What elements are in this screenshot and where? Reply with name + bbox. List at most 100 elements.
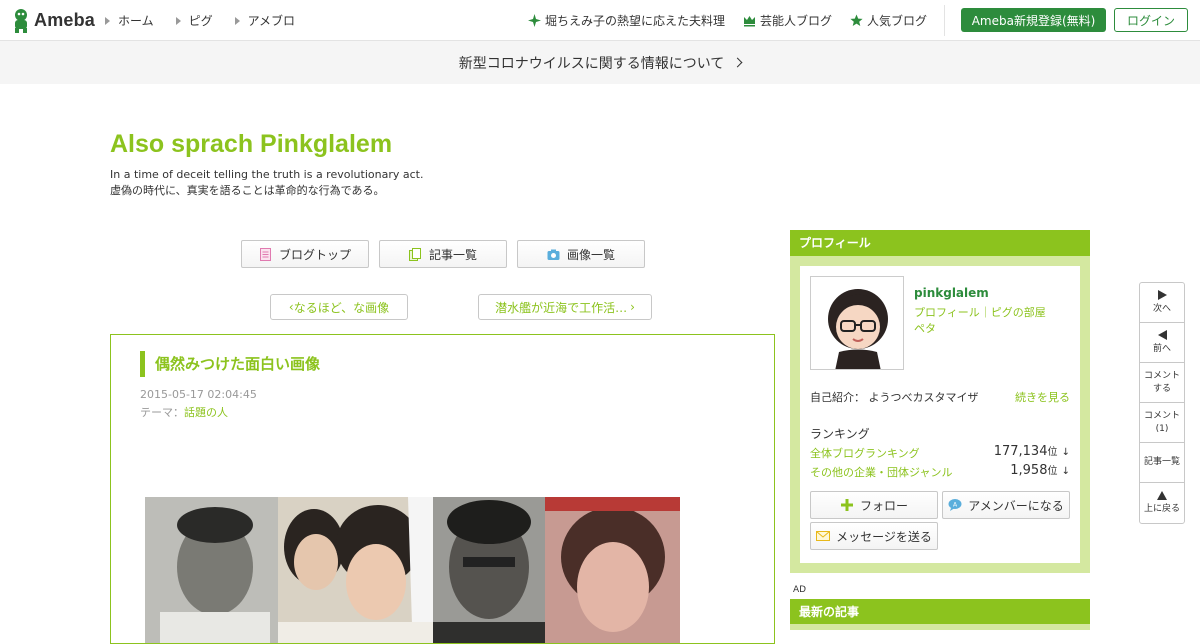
login-button[interactable]: ログイン <box>1114 8 1188 32</box>
rank-down-icon: ↓ <box>1061 466 1070 477</box>
document-icon <box>259 247 271 261</box>
blog-title[interactable]: Also sprach Pinkglalem <box>110 130 392 159</box>
float-comment-count: (1) <box>1155 423 1169 434</box>
celebrity-blog-link[interactable]: 芸能人ブログ <box>743 12 832 29</box>
blog-top-label: ブログトップ <box>278 247 351 262</box>
prev-entry-label: なるほど、な画像 <box>293 300 390 315</box>
follow-button[interactable]: フォロー <box>810 491 938 519</box>
float-comment-label-2: する <box>1152 383 1171 394</box>
popular-blog-link[interactable]: 人気ブログ <box>850 12 927 29</box>
popular-blog-label: 人気ブログ <box>867 14 928 28</box>
rank-down-icon: ↓ <box>1061 447 1070 458</box>
amember-button[interactable]: A アメンバーになる <box>942 491 1070 519</box>
article-photo-3 <box>433 497 545 643</box>
avatar[interactable] <box>810 276 904 370</box>
overall-ranking-number: 177,134 <box>993 444 1048 459</box>
ranking-title: ランキング <box>810 427 870 441</box>
float-entries-button[interactable]: 記事一覧 <box>1140 443 1184 483</box>
genre-ranking-link[interactable]: その他の企業・団体ジャンル <box>810 466 952 479</box>
article-date: 2015-05-17 02:04:45 <box>140 388 257 401</box>
float-comment-label-1: コメント <box>1143 370 1180 381</box>
blog-description: In a time of deceit telling the truth is… <box>110 167 423 199</box>
ameba-logo-icon <box>15 9 27 33</box>
article-title[interactable]: 偶然みつけた面白い画像 <box>140 351 320 377</box>
profile-inner: pinkglalem プロフィール｜ピグの部屋 ペタ 自己紹介： ようつべカスタ… <box>800 266 1080 563</box>
ameba-logo-text: Ameba <box>34 10 96 30</box>
chevron-right-icon <box>732 57 743 68</box>
crown-icon <box>744 16 755 27</box>
camera-icon <box>547 249 560 260</box>
envelope-icon <box>816 531 831 541</box>
article-theme-link[interactable]: 話題の人 <box>184 406 228 419</box>
float-prev-button[interactable]: 前へ <box>1140 323 1184 363</box>
celebrity-blog-label: 芸能人ブログ <box>760 14 833 28</box>
nav-ameblo[interactable]: アメブロ <box>234 12 296 29</box>
register-button[interactable]: Ameba新規登録(無料) <box>961 8 1106 32</box>
profile-name[interactable]: pinkglalem <box>914 286 989 300</box>
article: 偶然みつけた面白い画像 2015-05-17 02:04:45 テーマ：話題の人 <box>110 334 775 644</box>
overall-ranking-value: 177,134位 ↓ <box>994 443 1070 459</box>
chat-bubble-icon: A <box>948 499 962 511</box>
float-comment-count-label: コメント <box>1143 410 1180 421</box>
genre-ranking-unit: 位 <box>1047 466 1058 477</box>
floating-nav: 次へ 前へ コメント する コメント (1) 記事一覧 上に戻る <box>1139 282 1185 524</box>
float-comment-count-button[interactable]: コメント (1) <box>1140 403 1184 443</box>
send-message-label: メッセージを送る <box>836 529 932 544</box>
blog-top-button[interactable]: ブログトップ <box>241 240 369 268</box>
image-list-button[interactable]: 画像一覧 <box>517 240 645 268</box>
caret-right-icon <box>105 16 110 25</box>
profile-links: プロフィール｜ピグの部屋 ペタ <box>914 305 1046 337</box>
nav-pigg[interactable]: ピグ <box>175 12 213 29</box>
float-next-label: 次へ <box>1152 303 1171 314</box>
caret-right-icon <box>234 16 240 25</box>
send-message-button[interactable]: メッセージを送る <box>810 522 938 550</box>
arrow-up-icon <box>1157 490 1167 500</box>
covid-notice-banner[interactable]: 新型コロナウイルスに関する情報について <box>0 41 1200 84</box>
peta-link[interactable]: ペタ <box>914 322 936 335</box>
play-right-icon <box>1157 289 1167 300</box>
amember-label: アメンバーになる <box>968 498 1064 513</box>
next-entry-label: 潜水艦が近海で工作活… <box>495 300 628 315</box>
profile-pigg-link[interactable]: プロフィール｜ピグの部屋 <box>914 306 1046 319</box>
profile-box: pinkglalem プロフィール｜ピグの部屋 ペタ 自己紹介： ようつべカスタ… <box>790 256 1090 573</box>
nav-ameblo-label: アメブロ <box>247 14 296 28</box>
float-comment-button[interactable]: コメント する <box>1140 363 1184 403</box>
prev-entry-button[interactable]: ‹ なるほど、な画像 <box>270 294 408 320</box>
next-entry-button[interactable]: 潜水艦が近海で工作活… › <box>478 294 652 320</box>
star-icon <box>850 14 863 26</box>
follow-label: フォロー <box>859 498 908 513</box>
featured-link[interactable]: 堀ちえみ子の熱望に応えた夫料理 <box>528 12 725 29</box>
header-divider <box>944 5 945 36</box>
global-header: Ameba ホーム ピグ アメブロ 堀ちえみ子の熱望に応えた夫料理 芸能人ブログ… <box>0 0 1200 41</box>
article-photo-4 <box>545 497 680 643</box>
genre-ranking-number: 1,958 <box>1010 463 1048 478</box>
float-top-button[interactable]: 上に戻る <box>1140 483 1184 523</box>
nav-pigg-label: ピグ <box>188 14 213 28</box>
nav-home-label: ホーム <box>118 14 154 28</box>
chevron-right-icon: › <box>630 300 635 314</box>
ameba-logo[interactable]: Ameba <box>11 8 95 33</box>
latest-entries-header: 最新の記事 <box>790 599 1090 625</box>
ranking-row: その他の企業・団体ジャンル 1,958位 ↓ <box>810 462 1070 480</box>
read-more-link[interactable]: 続きを見る <box>1015 389 1070 405</box>
overall-ranking-link[interactable]: 全体ブログランキング <box>810 447 920 460</box>
featured-link-label: 堀ちえみ子の熱望に応えた夫料理 <box>545 14 726 28</box>
entry-list-button[interactable]: 記事一覧 <box>379 240 507 268</box>
self-intro: 自己紹介： ようつべカスタマイザ 続きを見る <box>810 389 1070 405</box>
nav-home[interactable]: ホーム <box>105 12 154 29</box>
article-photo-2 <box>278 497 433 643</box>
genre-ranking-value: 1,958位 ↓ <box>1010 462 1070 478</box>
article-photo-1 <box>145 497 278 643</box>
article-image-strip[interactable] <box>145 497 680 643</box>
copy-icon <box>408 247 421 261</box>
article-theme: テーマ：話題の人 <box>140 404 228 420</box>
play-left-icon <box>1157 329 1167 340</box>
float-next-button[interactable]: 次へ <box>1140 283 1184 323</box>
overall-ranking-unit: 位 <box>1047 447 1058 458</box>
covid-notice-text: 新型コロナウイルスに関する情報について <box>458 55 725 72</box>
profile-header: プロフィール <box>790 230 1090 256</box>
global-nav: ホーム ピグ アメブロ <box>105 12 317 29</box>
float-prev-label: 前へ <box>1152 343 1171 354</box>
avatar-image <box>811 277 903 369</box>
entry-list-label: 記事一覧 <box>428 247 477 262</box>
